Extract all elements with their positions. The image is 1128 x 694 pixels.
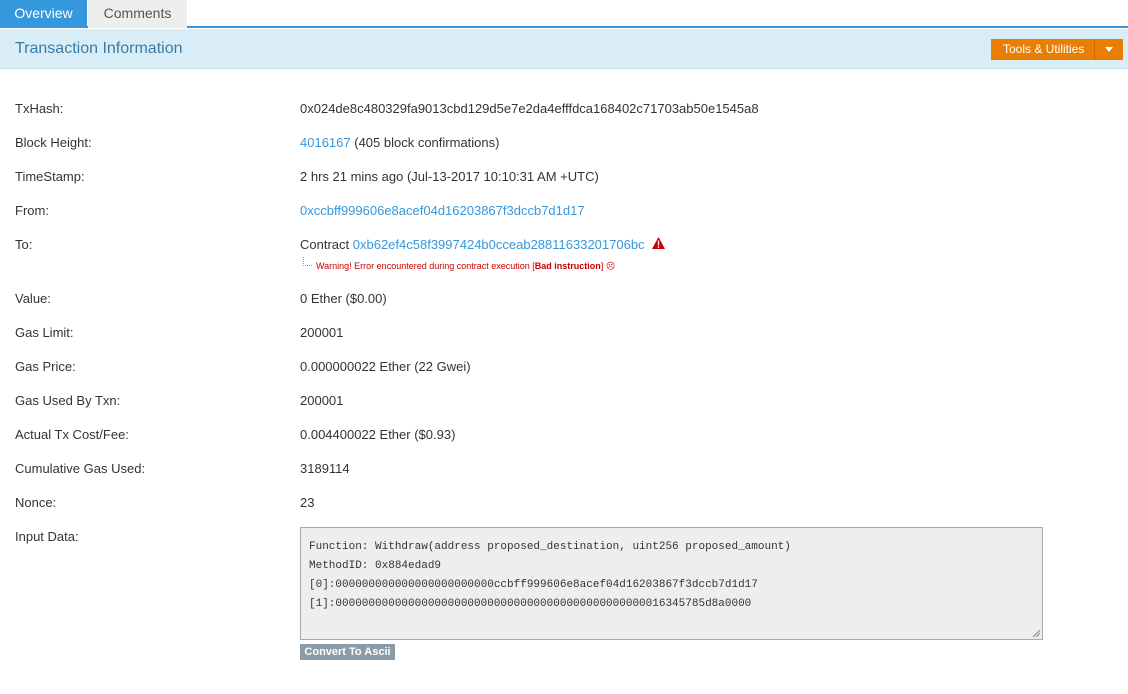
tab-comments[interactable]: Comments <box>88 0 187 28</box>
gas-price-label: Gas Price: <box>15 359 76 374</box>
to-label: To: <box>15 237 33 252</box>
to-value: Contract 0xb62ef4c58f3997424b0cceab28811… <box>300 237 645 252</box>
cumulative-gas-label: Cumulative Gas Used: <box>15 461 146 476</box>
input-data-line: MethodID: 0x884edad9 <box>309 560 442 572</box>
gas-used-label: Gas Used By Txn: <box>15 393 121 408</box>
tools-utilities-button[interactable]: Tools & Utilities <box>991 39 1123 60</box>
contract-error-warning: Warning! Error encountered during contra… <box>316 261 616 271</box>
page-title: Transaction Information <box>15 40 183 57</box>
caret-down-icon[interactable] <box>1094 39 1123 60</box>
txhash-value: 0x024de8c480329fa9013cbd129d5e7e2da4efff… <box>300 101 759 116</box>
cumulative-gas-value: 3189114 <box>300 461 350 476</box>
input-data-label: Input Data: <box>15 529 79 544</box>
input-data-line: [1]:000000000000000000000000000000000000… <box>309 598 752 610</box>
tab-bar: Overview Comments <box>0 0 1128 28</box>
value-label: Value: <box>15 291 51 306</box>
from-value: 0xccbff999606e8acef04d16203867f3dccb7d1d… <box>300 203 585 218</box>
value-value: 0 Ether ($0.00) <box>300 291 387 306</box>
block-confirmations: (405 block confirmations) <box>350 135 500 150</box>
nonce-value: 23 <box>300 495 315 510</box>
block-height-value: 4016167 (405 block confirmations) <box>300 135 499 150</box>
gas-limit-value: 200001 <box>300 325 344 340</box>
timestamp-label: TimeStamp: <box>15 169 85 184</box>
block-height-link[interactable]: 4016167 <box>300 135 351 150</box>
nonce-label: Nonce: <box>15 495 57 510</box>
contract-prefix: Contract <box>300 237 353 252</box>
block-height-label: Block Height: <box>15 135 92 150</box>
gas-limit-label: Gas Limit: <box>15 325 74 340</box>
gas-price-value: 0.000000022 Ether (22 Gwei) <box>300 359 471 374</box>
resize-grip-icon[interactable] <box>1032 629 1040 637</box>
tools-utilities-label: Tools & Utilities <box>1003 42 1085 56</box>
panel-header: Transaction Information Tools & Utilitie… <box>0 29 1128 69</box>
input-data-line: [0]:000000000000000000000000ccbff999606e… <box>309 579 758 591</box>
input-data-textarea[interactable]: Function: Withdraw(address proposed_dest… <box>300 527 1043 640</box>
tree-connector <box>303 257 312 266</box>
gas-used-value: 200001 <box>300 393 344 408</box>
txhash-label: TxHash: <box>15 101 64 116</box>
tab-overview[interactable]: Overview <box>0 0 87 28</box>
timestamp-value: 2 hrs 21 mins ago (Jul-13-2017 10:10:31 … <box>300 169 599 184</box>
to-contract-link[interactable]: 0xb62ef4c58f3997424b0cceab28811633201706… <box>353 237 645 252</box>
tx-fee-label: Actual Tx Cost/Fee: <box>15 427 129 442</box>
from-address-link[interactable]: 0xccbff999606e8acef04d16203867f3dccb7d1d… <box>300 203 585 218</box>
warning-icon <box>652 237 665 249</box>
from-label: From: <box>15 203 49 218</box>
convert-to-ascii-button[interactable]: Convert To Ascii <box>300 644 395 660</box>
tx-fee-value: 0.004400022 Ether ($0.93) <box>300 427 456 442</box>
error-type: Bad instruction <box>534 261 601 271</box>
input-data-line: Function: Withdraw(address proposed_dest… <box>309 541 791 553</box>
